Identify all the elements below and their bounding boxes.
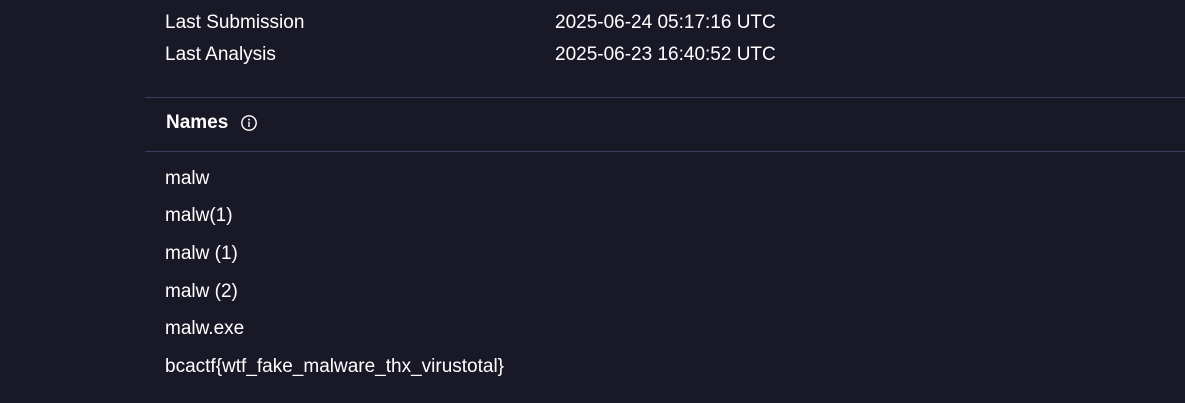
list-item: malw [165, 167, 210, 189]
list-item: malw (2) [165, 280, 238, 302]
last-analysis-value: 2025-06-23 16:40:52 UTC [555, 44, 776, 65]
section-divider-top [145, 97, 1185, 98]
last-submission-row: Last Submission 2025-06-24 05:17:16 UTC [165, 7, 776, 39]
section-divider-bottom [145, 151, 1185, 152]
info-circle-icon[interactable] [240, 114, 258, 132]
last-analysis-label: Last Analysis [165, 44, 276, 65]
list-item: malw (1) [165, 242, 238, 264]
list-item: malw(1) [165, 205, 233, 227]
history-table: Last Submission 2025-06-24 05:17:16 UTC … [165, 7, 776, 71]
last-submission-value: 2025-06-24 05:17:16 UTC [555, 12, 776, 33]
last-analysis-row: Last Analysis 2025-06-23 16:40:52 UTC [165, 39, 776, 71]
names-section-title: Names [166, 112, 229, 133]
names-list: malw malw(1) malw (1) malw (2) malw.exe … [165, 160, 504, 386]
names-section-header: Names [166, 112, 258, 134]
list-item: bcactf{wtf_fake_malware_thx_virustotal} [165, 355, 505, 377]
list-item: malw.exe [165, 318, 245, 340]
last-submission-label: Last Submission [165, 12, 305, 33]
file-details-panel: Last Submission 2025-06-24 05:17:16 UTC … [0, 0, 1185, 403]
